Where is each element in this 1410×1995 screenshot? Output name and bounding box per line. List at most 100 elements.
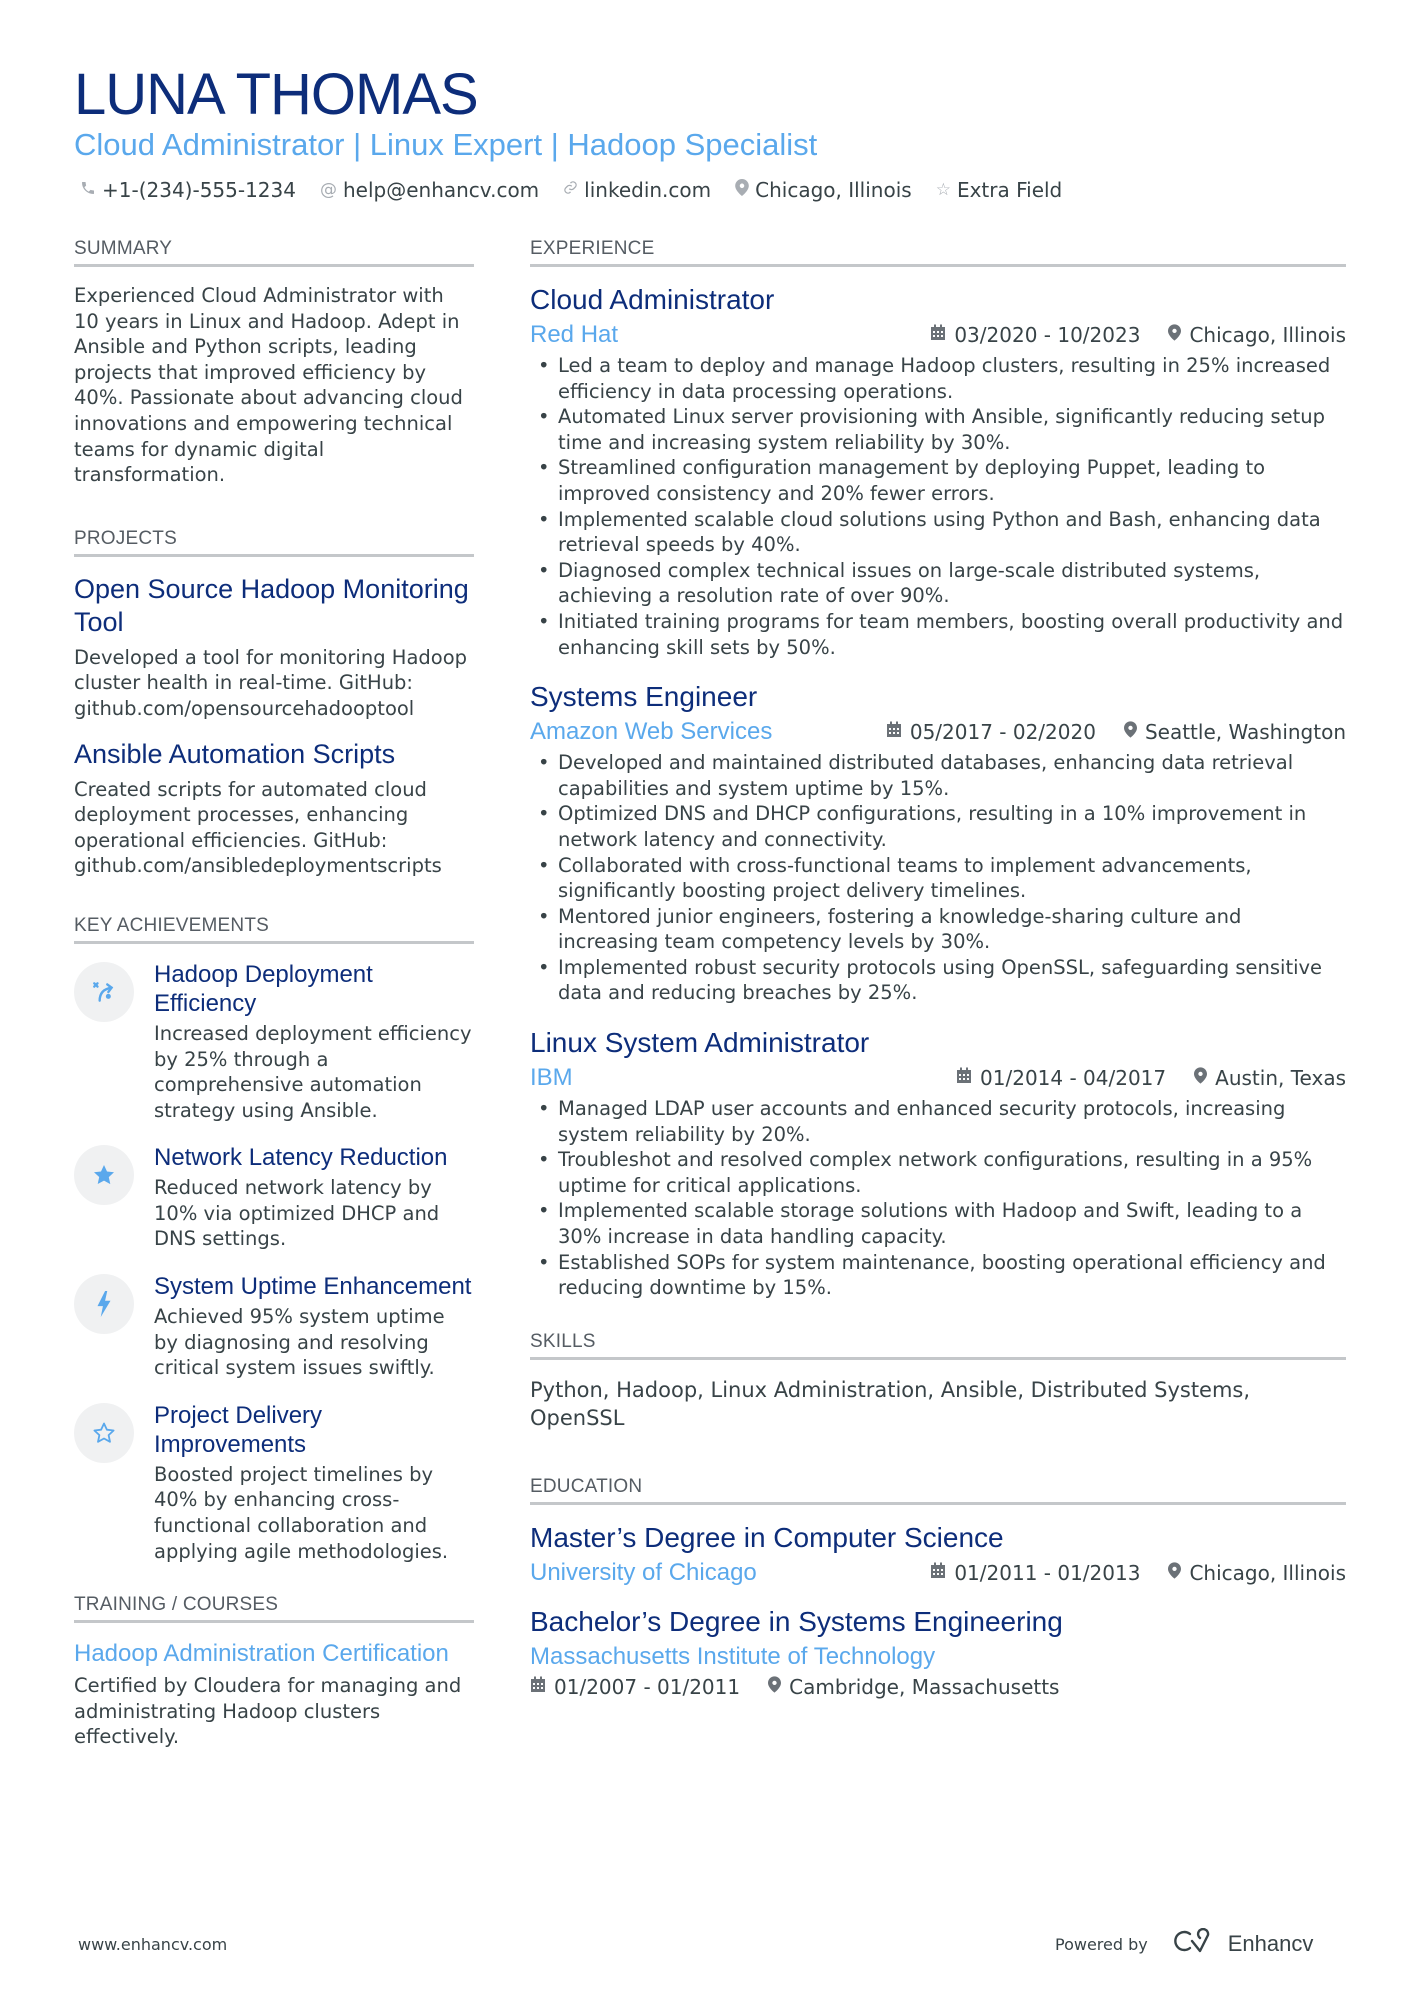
- contact-location-text: Chicago, Illinois: [755, 178, 912, 202]
- project-item: Open Source Hadoop Monitoring Tool Devel…: [74, 573, 474, 722]
- project-title: Open Source Hadoop Monitoring Tool: [74, 573, 469, 637]
- training-section: TRAINING / COURSES Hadoop Administration…: [74, 1594, 474, 1750]
- achievement-title: Hadoop Deployment Efficiency: [154, 960, 373, 1017]
- education-dates: 01/2011 - 01/2013: [930, 1561, 1140, 1585]
- enhancv-brand-name: Enhancv: [1227, 1931, 1314, 1956]
- achievement-description: Boosted project timelines by 40% by enha…: [154, 1462, 449, 1563]
- at-icon: @: [319, 180, 337, 200]
- job-location-text: Chicago, Illinois: [1189, 323, 1346, 347]
- job-entry: Cloud Administrator Red Hat 03/2020 - 10…: [530, 283, 1346, 660]
- job-bullet: Established SOPs for system maintenance,…: [530, 1250, 1346, 1301]
- achievement-item: Project Delivery Improvements Boosted pr…: [74, 1401, 474, 1564]
- job-bullet: Troubleshot and resolved complex network…: [530, 1147, 1346, 1198]
- job-dates: 01/2014 - 04/2017: [956, 1066, 1166, 1090]
- resume-page: LUNA THOMAS Cloud Administrator | Linux …: [0, 0, 1410, 1995]
- job-bullet: Automated Linux server provisioning with…: [530, 404, 1346, 455]
- summary-text: Experienced Cloud Administrator with 10 …: [74, 284, 463, 487]
- right-column: EXPERIENCE Cloud Administrator Red Hat 0…: [530, 238, 1346, 1739]
- summary-section: SUMMARY Experienced Cloud Administrator …: [74, 238, 474, 488]
- job-bullet: Managed LDAP user accounts and enhanced …: [530, 1096, 1346, 1147]
- achievements-section: KEY ACHIEVEMENTS Hadoop Deployment Effic…: [74, 915, 474, 1564]
- skills-list: Python, Hadoop, Linux Administration, An…: [530, 1377, 1251, 1430]
- contact-extra-text: Extra Field: [956, 178, 1063, 202]
- contact-linkedin-text: linkedin.com: [584, 178, 712, 202]
- lightning-icon: [74, 1274, 134, 1335]
- achievement-title: System Uptime Enhancement: [154, 1273, 472, 1301]
- skills-section: SKILLS Python, Hadoop, Linux Administrat…: [530, 1331, 1346, 1432]
- education-meta-details: 01/2007 - 01/2011 Cambridge, Massachuset…: [530, 1675, 1346, 1699]
- contact-location: Chicago, Illinois: [735, 178, 912, 202]
- summary-heading: SUMMARY: [74, 238, 474, 267]
- contact-extra: ☆ Extra Field: [936, 178, 1063, 202]
- powered-by-label: Powered by: [1055, 1934, 1148, 1954]
- project-description: Created scripts for automated cloud depl…: [74, 777, 442, 878]
- achievement-item: System Uptime Enhancement Achieved 95% s…: [74, 1272, 474, 1381]
- job-bullet: Mentored junior engineers, fostering a k…: [530, 904, 1346, 955]
- education-heading: EDUCATION: [530, 1476, 1346, 1505]
- job-location-text: Austin, Texas: [1215, 1066, 1346, 1091]
- calendar-icon: [930, 324, 946, 346]
- course-title: Hadoop Administration Certification: [74, 1640, 449, 1668]
- education-meta-details: 01/2011 - 01/2013 Chicago, Illinois: [930, 1561, 1346, 1585]
- company-name: Red Hat: [530, 321, 619, 348]
- education-entry: Master’s Degree in Computer Science Univ…: [530, 1521, 1346, 1587]
- job-bullet: Streamlined configuration management by …: [530, 455, 1346, 506]
- achievements-heading: KEY ACHIEVEMENTS: [74, 915, 474, 944]
- job-meta-details: 01/2014 - 04/2017 Austin, Texas: [956, 1066, 1346, 1090]
- enhancv-logo[interactable]: Enhancv: [1172, 1927, 1314, 1960]
- job-location-text: Seattle, Washington: [1144, 720, 1346, 745]
- strategy-icon: [74, 961, 134, 1022]
- achievement-description: Achieved 95% system uptime by diagnosing…: [154, 1305, 445, 1380]
- job-title: Cloud Administrator: [530, 284, 775, 315]
- company-name: Amazon Web Services: [530, 718, 773, 746]
- location-pin-icon: [1123, 721, 1137, 743]
- project-title: Ansible Automation Scripts: [74, 738, 396, 769]
- job-location: Chicago, Illinois: [1168, 323, 1346, 347]
- school-name: University of Chicago: [530, 1558, 757, 1586]
- candidate-name: LUNA THOMAS: [74, 62, 479, 127]
- calendar-icon: [930, 1562, 946, 1584]
- job-bullet: Implemented robust security protocols us…: [530, 955, 1346, 1006]
- job-entry: Systems Engineer Amazon Web Services 05/…: [530, 680, 1346, 1006]
- contact-bar: +1-(234)-555-1234 @ help@enhancv.com lin…: [80, 178, 1062, 202]
- projects-heading: PROJECTS: [74, 528, 474, 557]
- job-meta: IBM 01/2014 - 04/2017 Austin, Texas: [530, 1064, 1346, 1092]
- job-meta: Amazon Web Services 05/2017 - 02/2020 Se…: [530, 718, 1346, 746]
- footer-website-link[interactable]: www.enhancv.com: [78, 1935, 227, 1954]
- star-filled-icon: [74, 1145, 134, 1206]
- project-description: Developed a tool for monitoring Hadoop c…: [74, 645, 468, 720]
- company-name: IBM: [530, 1064, 573, 1092]
- job-bullets: Managed LDAP user accounts and enhanced …: [530, 1096, 1346, 1301]
- job-dates-text: 03/2020 - 10/2023: [954, 323, 1141, 347]
- achievement-item: Hadoop Deployment Efficiency Increased d…: [74, 960, 474, 1123]
- job-dates: 05/2017 - 02/2020: [886, 720, 1096, 744]
- job-dates: 03/2020 - 10/2023: [930, 323, 1140, 347]
- job-meta: Red Hat 03/2020 - 10/2023 Chicago, Illin…: [530, 321, 1346, 349]
- skills-heading: SKILLS: [530, 1331, 1346, 1360]
- contact-email[interactable]: @ help@enhancv.com: [320, 178, 539, 202]
- education-section: EDUCATION Master’s Degree in Computer Sc…: [530, 1476, 1346, 1699]
- achievement-description: Increased deployment efficiency by 25% t…: [154, 1021, 472, 1122]
- contact-email-text: help@enhancv.com: [342, 178, 540, 202]
- project-item: Ansible Automation Scripts Created scrip…: [74, 738, 474, 879]
- star-outline-icon: ☆: [935, 180, 951, 200]
- experience-heading: EXPERIENCE: [530, 238, 1346, 267]
- job-bullets: Led a team to deploy and manage Hadoop c…: [530, 353, 1346, 660]
- contact-phone[interactable]: +1-(234)-555-1234: [80, 178, 296, 202]
- job-dates-text: 05/2017 - 02/2020: [909, 720, 1096, 745]
- footer-branding: Powered by Enhancv: [1055, 1927, 1314, 1960]
- job-location: Austin, Texas: [1194, 1066, 1346, 1090]
- candidate-headline: Cloud Administrator | Linux Expert | Had…: [74, 127, 818, 162]
- job-bullets: Developed and maintained distributed dat…: [530, 750, 1346, 1006]
- education-meta: University of Chicago 01/2011 - 01/2013 …: [530, 1559, 1346, 1587]
- education-dates-text: 01/2011 - 01/2013: [954, 1560, 1141, 1585]
- calendar-icon: [886, 721, 902, 743]
- location-pin-icon: [768, 1676, 782, 1698]
- education-location-text: Chicago, Illinois: [1189, 1560, 1346, 1585]
- job-location: Seattle, Washington: [1123, 720, 1346, 745]
- star-outline-icon: [74, 1402, 134, 1463]
- location-pin-icon: [1168, 324, 1182, 346]
- contact-linkedin[interactable]: linkedin.com: [563, 178, 711, 202]
- job-bullet: Implemented scalable cloud solutions usi…: [530, 507, 1346, 558]
- achievement-title: Project Delivery Improvements: [154, 1401, 323, 1458]
